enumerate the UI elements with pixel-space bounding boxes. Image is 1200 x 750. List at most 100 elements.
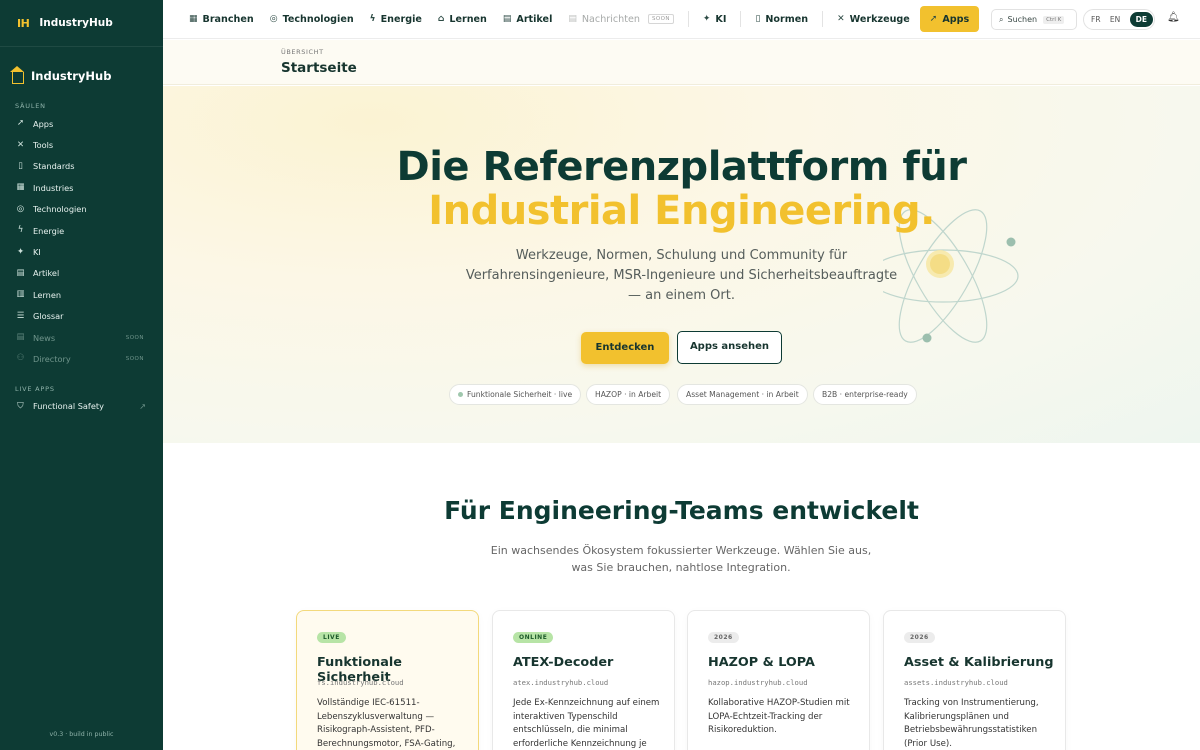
nav-item-label: Apps xyxy=(942,13,970,25)
top-nav: ▦ Branchen ◎ Technologien ϟ Energie ⌂ Le… xyxy=(181,0,980,39)
nav-item-artikel[interactable]: ▤ Artikel xyxy=(495,6,560,32)
sidebar-brand[interactable]: IH IndustryHub xyxy=(0,0,163,47)
status-pill: B2B · enterprise-ready xyxy=(813,384,917,405)
section-subtitle: Ein wachsendes Ökosystem fokussierter We… xyxy=(490,544,872,574)
sparkle-icon: ✦ xyxy=(16,246,25,257)
book-icon: ▥ xyxy=(16,289,25,300)
topbar: ▦ Branchen ◎ Technologien ϟ Energie ⌂ Le… xyxy=(163,0,1200,39)
sidebar-item-lernen[interactable]: ▥ Lernen xyxy=(0,284,163,305)
nav-item-label: Branchen xyxy=(202,13,254,25)
bookmark-icon: ▯ xyxy=(755,14,761,24)
sparkle-icon: ✦ xyxy=(702,14,711,24)
sidebar-footer: v0.3 · build in public xyxy=(49,731,114,738)
lang-en[interactable]: EN xyxy=(1110,15,1120,24)
sidebar-item-tools[interactable]: ✕ Tools xyxy=(0,134,163,155)
graduation-icon: ⌂ xyxy=(437,14,445,24)
sidebar-item-label: Functional Safety xyxy=(33,401,104,412)
card-url: atex.industryhub.cloud xyxy=(513,678,609,687)
nav-item-ki[interactable]: ✦ KI xyxy=(695,6,735,32)
sidebar-item-label: Directory xyxy=(33,353,71,364)
nav-item-apps[interactable]: ➚ Apps xyxy=(919,6,980,32)
bell-icon[interactable]: 🔔︎ xyxy=(1167,12,1180,23)
card-description: Vollständige IEC-61511-Lebenszyklusverwa… xyxy=(317,698,456,749)
nav-item-label: KI xyxy=(715,13,727,25)
sidebar-item-news[interactable]: ▤ News SOON xyxy=(0,327,163,348)
hero-title: Die Referenzplattform für xyxy=(396,144,967,190)
sidebar-item-apps[interactable]: ➚ Apps xyxy=(0,113,163,134)
app-card-functional-safety[interactable]: LIVE Funktionale Sicherheit fs.industryh… xyxy=(296,610,479,750)
sidebar-item-label: Technologien xyxy=(33,204,87,215)
card-url: assets.industryhub.cloud xyxy=(904,678,1008,687)
sidebar-item-functional-safety[interactable]: ⛉ Functional Safety ↗ xyxy=(0,396,163,417)
sidebar-item-glossar[interactable]: ☰ Glossar xyxy=(0,306,163,327)
soon-badge: SOON xyxy=(125,355,144,362)
sidebar-home-link[interactable]: IndustryHub xyxy=(0,47,163,91)
sidebar-section-pillars: SÄULEN xyxy=(15,102,46,110)
nav-item-branchen[interactable]: ▦ Branchen xyxy=(181,6,262,32)
app-card-hazop-lopa[interactable]: 2026 HAZOP & LOPA hazop.industryhub.clou… xyxy=(687,610,870,750)
card-title: Asset & Kalibrierung xyxy=(904,655,1054,670)
sidebar-item-artikel[interactable]: ▤ Artikel xyxy=(0,263,163,284)
sidebar-item-label: Glossar xyxy=(33,311,64,322)
list-icon: ☰ xyxy=(16,310,25,321)
status-pill: Funktionale Sicherheit · live xyxy=(449,384,582,405)
external-link-icon: ↗ xyxy=(139,401,146,411)
sidebar-item-label: Energie xyxy=(33,225,65,236)
status-pill: Asset Management · in Arbeit xyxy=(677,384,808,405)
app-card-asset-calibration[interactable]: 2026 Asset & Kalibrierung assets.industr… xyxy=(883,610,1066,750)
status-pill-label: Funktionale Sicherheit · live xyxy=(467,390,573,399)
nav-item-label: Technologien xyxy=(282,13,354,25)
nav-item-werkzeuge[interactable]: ✕ Werkzeuge xyxy=(829,6,918,32)
nav-item-technologien[interactable]: ◎ Technologien xyxy=(262,6,362,32)
nav-item-label: Artikel xyxy=(516,13,553,25)
sidebar-item-label: Tools xyxy=(33,140,54,151)
nav-item-label: Energie xyxy=(380,13,422,25)
brand-name: IndustryHub xyxy=(39,17,113,29)
document-icon: ▤ xyxy=(502,14,512,24)
status-dot xyxy=(458,392,463,397)
brand-logo: IH xyxy=(17,16,30,30)
search-button[interactable]: ⌕ Suchen Ctrl K xyxy=(991,9,1077,30)
search-icon: ⌕ xyxy=(999,14,1004,24)
discover-button[interactable]: Entdecken xyxy=(581,332,669,364)
sidebar-item-energie[interactable]: ϟ Energie xyxy=(0,220,163,241)
bolt-icon: ϟ xyxy=(369,14,376,24)
sidebar-item-label: News xyxy=(33,332,56,343)
status-pill-label: B2B · enterprise-ready xyxy=(822,390,908,399)
nav-divider xyxy=(822,11,824,27)
nav-item-energie[interactable]: ϟ Energie xyxy=(362,6,430,32)
view-apps-button[interactable]: Apps ansehen xyxy=(677,331,782,364)
sidebar-item-label: Artikel xyxy=(33,268,60,279)
search-shortcut: Ctrl K xyxy=(1043,15,1065,24)
document-icon: ▤ xyxy=(16,267,25,278)
app-card-atex-decoder[interactable]: ONLINE ATEX-Decoder atex.industryhub.clo… xyxy=(492,610,675,750)
sidebar-item-label: Lernen xyxy=(33,289,62,300)
tools-icon: ✕ xyxy=(16,139,25,150)
bolt-icon: ϟ xyxy=(17,225,24,236)
card-title: ATEX-Decoder xyxy=(513,655,614,670)
sidebar-item-industries[interactable]: ▦ Industries xyxy=(0,177,163,198)
sidebar-item-directory[interactable]: ⚇ Directory SOON xyxy=(0,348,163,369)
nav-item-lernen[interactable]: ⌂ Lernen xyxy=(430,6,495,32)
nav-item-nachrichten[interactable]: ▤ Nachrichten SOON xyxy=(560,6,682,32)
hero-subtitle: Werkzeuge, Normen, Schulung und Communit… xyxy=(465,248,898,303)
users-icon: ⚇ xyxy=(16,353,25,364)
sidebar-item-ki[interactable]: ✦ KI xyxy=(0,241,163,262)
sidebar-item-standards[interactable]: ▯ Standards xyxy=(0,156,163,177)
chip-icon: ◎ xyxy=(16,203,25,214)
page-title: Startseite xyxy=(281,60,357,76)
card-description: Tracking von Instrumentierung, Kalibrier… xyxy=(904,698,1039,749)
hero: Die Referenzplattform für Industrial Eng… xyxy=(163,86,1200,443)
sidebar-item-technologien[interactable]: ◎ Technologien xyxy=(0,199,163,220)
nav-item-normen[interactable]: ▯ Normen xyxy=(747,6,816,32)
card-description: Jede Ex-Kennzeichnung auf einem interakt… xyxy=(513,698,660,749)
lang-fr[interactable]: FR xyxy=(1091,15,1101,24)
lang-de[interactable]: DE xyxy=(1129,12,1153,27)
soon-badge: SOON xyxy=(125,334,144,341)
status-badge: ONLINE xyxy=(513,632,554,643)
soon-badge: SOON xyxy=(648,14,674,24)
rocket-icon: ➚ xyxy=(16,118,25,129)
nav-divider xyxy=(740,11,742,27)
nav-divider xyxy=(687,11,689,27)
shield-icon: ⛉ xyxy=(17,400,24,411)
